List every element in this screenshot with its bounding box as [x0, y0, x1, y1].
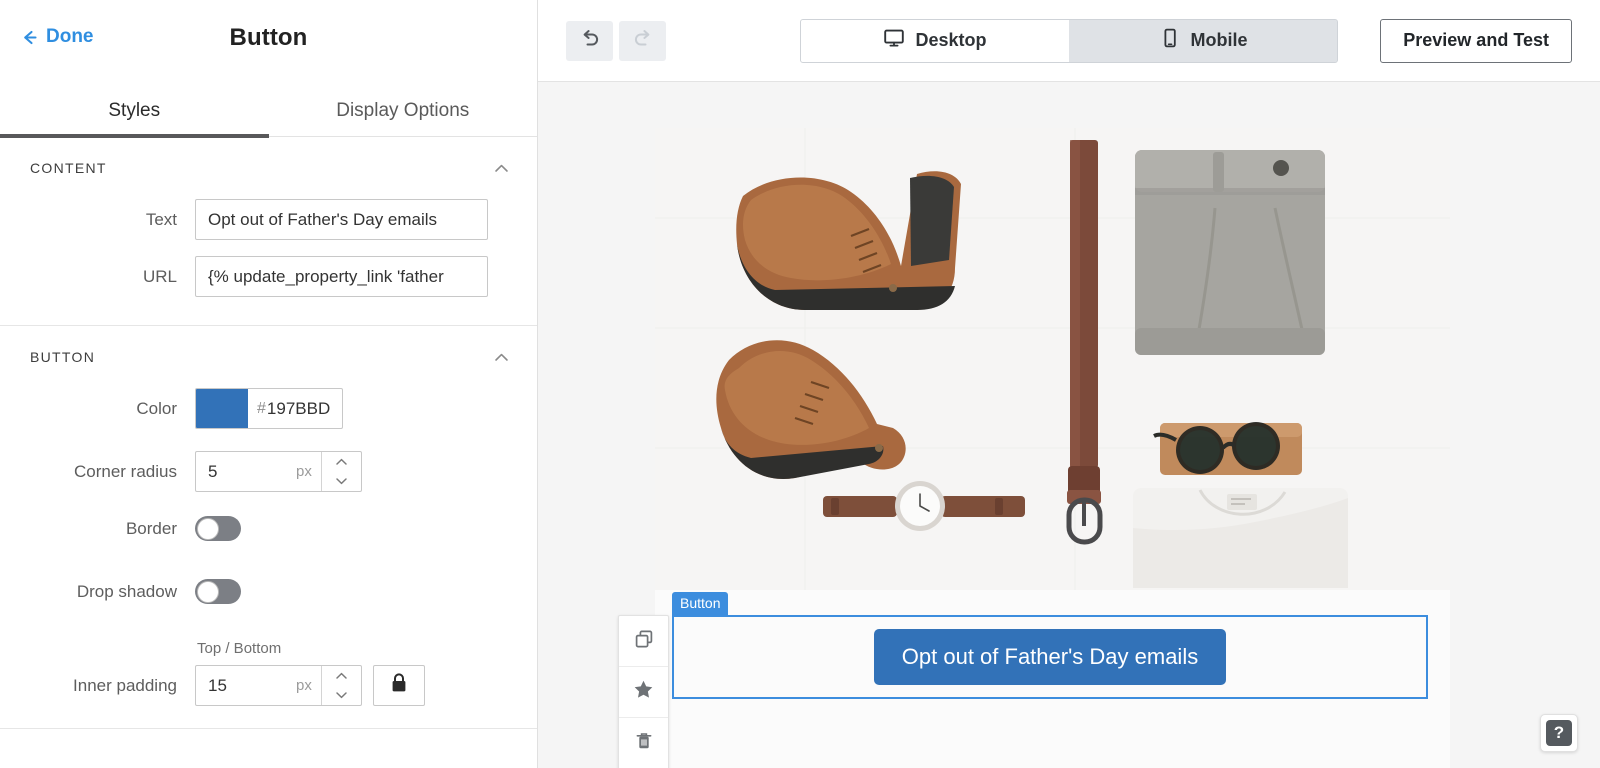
inner-padding-arrows — [321, 666, 361, 705]
field-border-row: Border — [0, 516, 537, 541]
inner-padding-group: Top / Bottom 15 px — [195, 640, 425, 706]
field-corner-radius-label: Corner radius — [0, 462, 195, 482]
field-border-label: Border — [0, 519, 195, 539]
border-toggle[interactable] — [195, 516, 241, 541]
page-title: Button — [0, 24, 537, 52]
field-drop-shadow-label: Drop shadow — [0, 582, 195, 602]
tab-display-options-label: Display Options — [336, 100, 469, 122]
stepper-down-icon[interactable] — [322, 686, 361, 706]
chevron-up-icon[interactable] — [491, 158, 511, 178]
field-inner-padding-row: Inner padding Top / Bottom 15 px — [0, 640, 537, 706]
tab-styles[interactable]: Styles — [0, 85, 269, 137]
stepper-up-icon[interactable] — [322, 452, 361, 472]
color-hex-value[interactable]: #197BBD — [248, 389, 342, 428]
duplicate-icon — [634, 629, 654, 654]
field-inner-padding-label: Inner padding — [0, 676, 195, 706]
favorite-block-button[interactable] — [619, 667, 668, 718]
field-text-row: Text — [0, 199, 537, 240]
padding-lock-button[interactable] — [373, 665, 425, 706]
field-color-row: Color #197BBD — [0, 388, 537, 429]
sidebar-tabs: Styles Display Options — [0, 85, 537, 137]
section-button-title: BUTTON — [30, 349, 491, 365]
field-url-label: URL — [0, 267, 195, 287]
block-type-badge: Button — [672, 592, 728, 615]
device-option-mobile-label: Mobile — [1191, 30, 1248, 51]
section-content-header[interactable]: CONTENT — [0, 137, 537, 199]
section-content: CONTENT Text URL — [0, 137, 537, 326]
history-buttons — [566, 21, 666, 61]
mens-outfit-flatlay-photo — [655, 128, 1450, 590]
hero-image[interactable] — [655, 128, 1450, 590]
settings-sidebar: Done Button Styles Display Options CONTE… — [0, 0, 538, 768]
redo-button[interactable] — [619, 21, 666, 61]
tab-display-options[interactable]: Display Options — [269, 85, 538, 137]
inner-padding-stepper[interactable]: 15 px — [195, 665, 362, 706]
button-text-input[interactable] — [195, 199, 488, 240]
device-option-desktop[interactable]: Desktop — [801, 20, 1069, 62]
button-url-input[interactable] — [195, 256, 488, 297]
redo-icon — [631, 26, 655, 55]
corner-radius-unit: px — [296, 452, 321, 491]
inner-padding-value[interactable]: 15 — [196, 666, 296, 705]
block-toolbar — [618, 615, 669, 768]
mobile-icon — [1159, 27, 1181, 54]
hash-symbol: # — [257, 400, 266, 418]
field-url-row: URL — [0, 256, 537, 297]
trash-icon — [634, 731, 654, 756]
delete-block-button[interactable] — [619, 718, 668, 768]
inner-padding-caption: Top / Bottom — [195, 640, 362, 657]
toggle-knob — [197, 518, 219, 540]
device-preview-switch: Desktop Mobile — [800, 19, 1338, 63]
device-option-mobile[interactable]: Mobile — [1069, 20, 1337, 62]
section-content-title: CONTENT — [30, 160, 491, 176]
chevron-up-icon[interactable] — [491, 347, 511, 367]
field-text-label: Text — [0, 210, 195, 230]
email-cta-button[interactable]: Opt out of Father's Day emails — [874, 629, 1226, 685]
lock-icon — [389, 672, 409, 699]
tab-styles-label: Styles — [108, 100, 160, 122]
inner-padding-unit: px — [296, 666, 321, 705]
editor-toolbar: Desktop Mobile Preview and Test — [538, 0, 1600, 82]
section-button-header[interactable]: BUTTON — [0, 326, 537, 388]
device-option-desktop-label: Desktop — [915, 30, 986, 51]
stepper-down-icon[interactable] — [322, 472, 361, 492]
corner-radius-arrows — [321, 452, 361, 491]
corner-radius-stepper[interactable]: 5 px — [195, 451, 362, 492]
editor-main: Desktop Mobile Preview and Test — [538, 0, 1600, 768]
email-canvas: Button Opt out of Father's Day emails ? — [538, 82, 1600, 768]
selected-block-outline[interactable]: Opt out of Father's Day emails — [672, 615, 1428, 699]
stepper-up-icon[interactable] — [322, 666, 361, 686]
toggle-knob — [197, 581, 219, 603]
field-corner-radius-row: Corner radius 5 px — [0, 451, 537, 492]
color-swatch[interactable] — [196, 389, 248, 428]
undo-icon — [578, 26, 602, 55]
question-mark-icon: ? — [1546, 720, 1572, 746]
star-icon — [633, 679, 654, 705]
drop-shadow-toggle[interactable] — [195, 579, 241, 604]
sidebar-header: Done Button — [0, 0, 537, 85]
field-color-label: Color — [0, 399, 195, 419]
corner-radius-value[interactable]: 5 — [196, 452, 296, 491]
selected-block-wrapper: Button Opt out of Father's Day emails — [672, 615, 1428, 699]
duplicate-block-button[interactable] — [619, 616, 668, 667]
color-hex-text: 197BBD — [267, 399, 330, 419]
desktop-icon — [883, 27, 905, 54]
preview-and-test-button[interactable]: Preview and Test — [1380, 19, 1572, 63]
email-editor-app: Done Button Styles Display Options CONTE… — [0, 0, 1600, 768]
field-drop-shadow-row: Drop shadow — [0, 579, 537, 604]
color-picker-field[interactable]: #197BBD — [195, 388, 343, 429]
section-button: BUTTON Color #197BBD Cor — [0, 326, 537, 729]
undo-button[interactable] — [566, 21, 613, 61]
help-button[interactable]: ? — [1540, 714, 1578, 752]
inner-padding-top-bottom: Top / Bottom 15 px — [195, 640, 362, 706]
